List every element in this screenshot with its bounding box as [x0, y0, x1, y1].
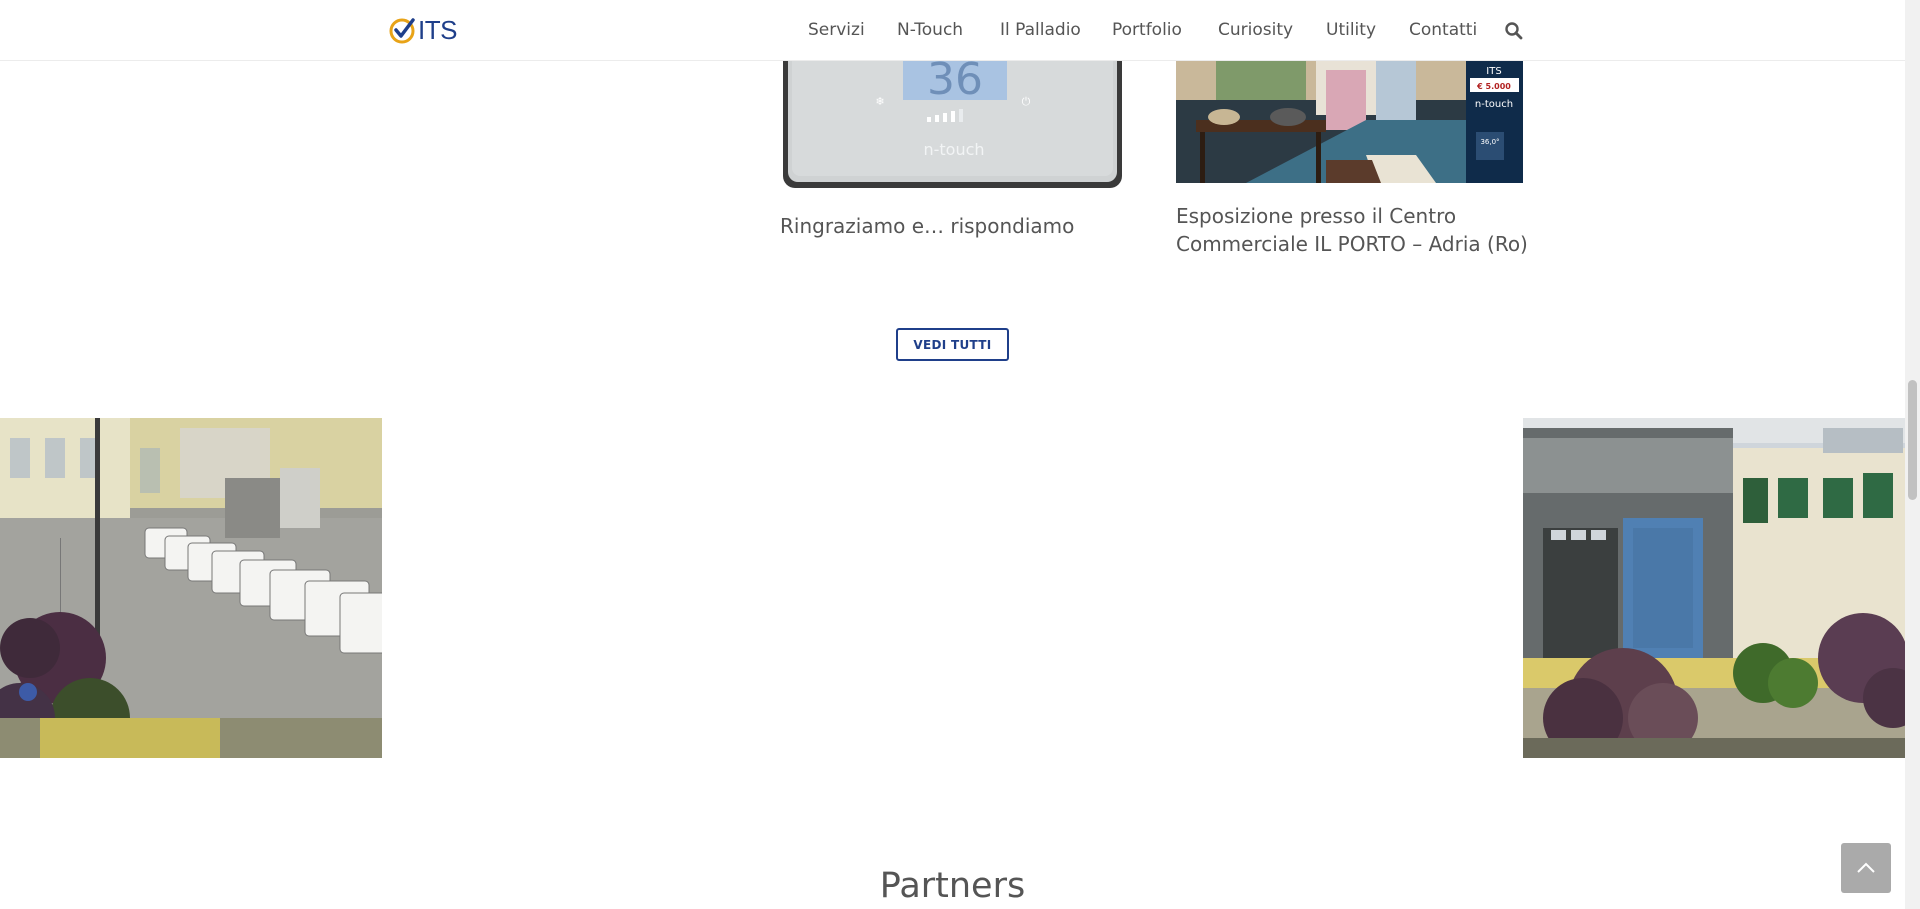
svg-text:❄: ❄ [875, 95, 884, 108]
chevron-up-icon [1857, 862, 1875, 873]
vedi-tutti-button[interactable]: VEDI TUTTI [896, 328, 1009, 361]
post-title-line-1: Esposizione presso il Centro [1176, 204, 1457, 228]
scrollbar-thumb[interactable] [1908, 380, 1917, 500]
site-header: ITS Servizi N-Touch Il Palladio Portfoli… [0, 0, 1905, 61]
svg-text:⏻: ⏻ [1022, 95, 1031, 108]
partners-heading: Partners [879, 866, 1026, 906]
post-title-line-2: Commerciale IL PORTO – Adria (Ro) [1176, 232, 1528, 256]
nav-item-curiosity[interactable]: Curiosity [1218, 20, 1293, 40]
nav-item-n-touch[interactable]: N-Touch [897, 20, 963, 40]
nav-item-contatti[interactable]: Contatti [1409, 20, 1477, 40]
site-logo[interactable]: ITS [388, 16, 457, 44]
thermostat-temperature: 36 [927, 60, 983, 105]
showroom-image: ITS € 5.000 n-touch 36,0° [1176, 60, 1523, 183]
post-thumbnail-esposizione[interactable]: ITS € 5.000 n-touch 36,0° [1176, 60, 1523, 183]
post-title-ringraziamo[interactable]: Ringraziamo e… rispondiamo [780, 212, 1074, 240]
sign-price-text: € 5.000 [1476, 82, 1511, 91]
company-vans-photo [0, 418, 382, 758]
search-icon[interactable] [1504, 21, 1524, 41]
company-building-photo [1523, 418, 1905, 758]
thermostat-image: 36 ❄ ⏻ n-touch [780, 60, 1125, 191]
page-scrollbar[interactable] [1905, 0, 1920, 909]
logo-text: ITS [418, 15, 457, 45]
thermostat-brand: n-touch [923, 140, 984, 159]
sign-brand-text: n-touch [1475, 99, 1513, 110]
nav-item-utility[interactable]: Utility [1326, 20, 1376, 40]
post-thumbnail-ntouch[interactable]: 36 ❄ ⏻ n-touch [780, 60, 1125, 191]
nav-item-servizi[interactable]: Servizi [808, 20, 865, 40]
nav-item-il-palladio[interactable]: Il Palladio [1000, 20, 1081, 40]
post-title-esposizione[interactable]: Esposizione presso il Centro Commerciale… [1176, 202, 1528, 258]
logo-check-icon [389, 18, 415, 44]
sign-its-text: ITS [1486, 66, 1501, 77]
scroll-to-top-button[interactable] [1841, 843, 1891, 893]
sign-temp-text: 36,0° [1480, 138, 1499, 146]
nav-item-portfolio[interactable]: Portfolio [1112, 20, 1182, 40]
